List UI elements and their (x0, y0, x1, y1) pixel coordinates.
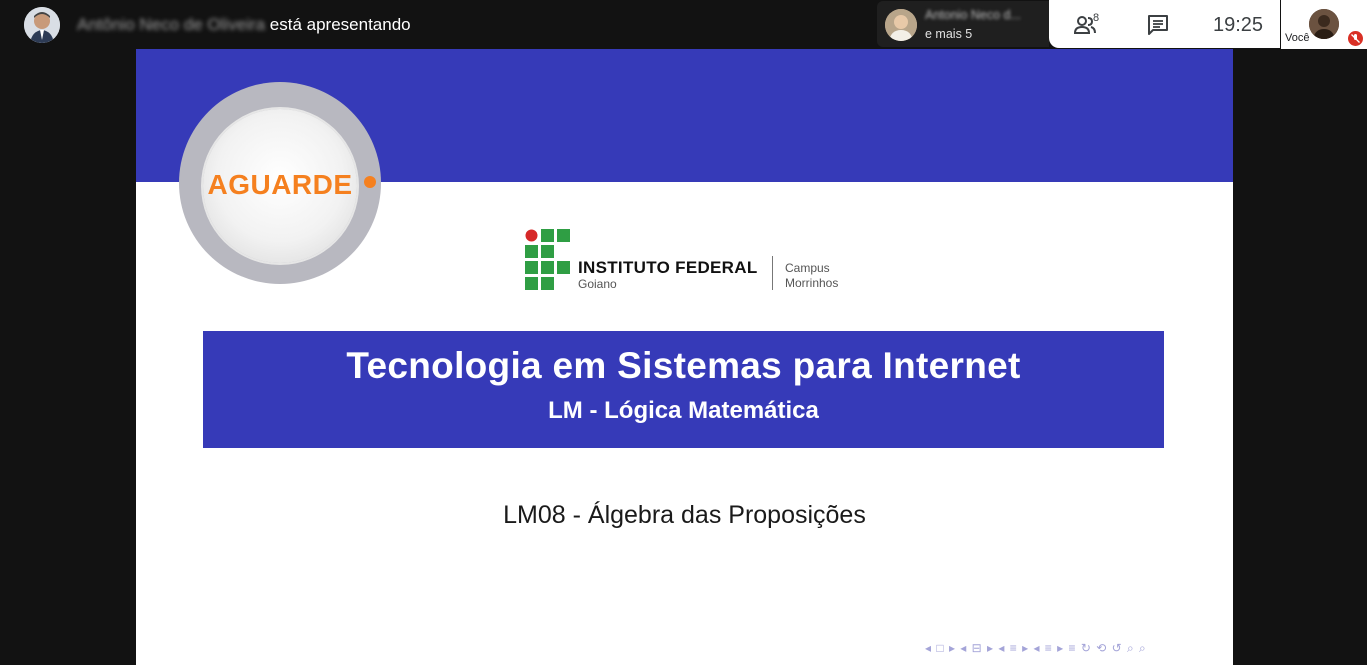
mic-off-icon (1348, 31, 1363, 46)
institute-name: INSTITUTO FEDERAL (578, 258, 758, 277)
campus-line-2: Morrinhos (785, 276, 839, 290)
wait-badge-dot (364, 176, 376, 188)
participant-tile[interactable]: Antonio Neco d... e mais 5 (877, 1, 1049, 47)
ifg-logo-icon (525, 229, 570, 290)
presenter-avatar (24, 7, 60, 43)
chat-icon[interactable] (1147, 14, 1169, 41)
clock: 19:25 (1213, 14, 1264, 36)
people-count: 8 (1093, 12, 1100, 24)
presenter-name: Antônio Neco de Oliveira (77, 15, 266, 34)
slide-navigation-controls[interactable]: ◂ □ ▸ ◂ ⊟ ▸ ◂ ≡ ▸ ◂ ≡ ▸ ≡ ↻ ⟲ ↺ ⌕ ⌕ (925, 641, 1147, 656)
presenter-banner: Antônio Neco de Oliveira está apresentan… (77, 15, 411, 35)
institute-campus: Campus Morrinhos (785, 261, 838, 291)
lecture-title: LM08 - Álgebra das Proposições (503, 501, 866, 529)
institute-state: Goiano (578, 277, 617, 291)
subject-title: LM - Lógica Matemática (548, 397, 819, 424)
self-label: Você (1285, 32, 1310, 44)
institute-divider (772, 256, 773, 290)
campus-line-1: Campus (785, 261, 830, 275)
presenter-status: está apresentando (269, 15, 411, 34)
wait-badge-text: AGUARDE (207, 169, 353, 200)
participant-name: Antonio Neco d... (925, 8, 1021, 22)
presentation-slide: AGUARDE INSTITUTO FEDERAL Goiano Campus … (136, 49, 1233, 665)
participant-avatar (885, 9, 917, 41)
slide-title-box: Tecnologia em Sistemas para Internet LM … (203, 331, 1164, 448)
course-title: Tecnologia em Sistemas para Internet (346, 345, 1021, 386)
participant-more: e mais 5 (925, 27, 973, 41)
self-avatar (1309, 9, 1339, 39)
